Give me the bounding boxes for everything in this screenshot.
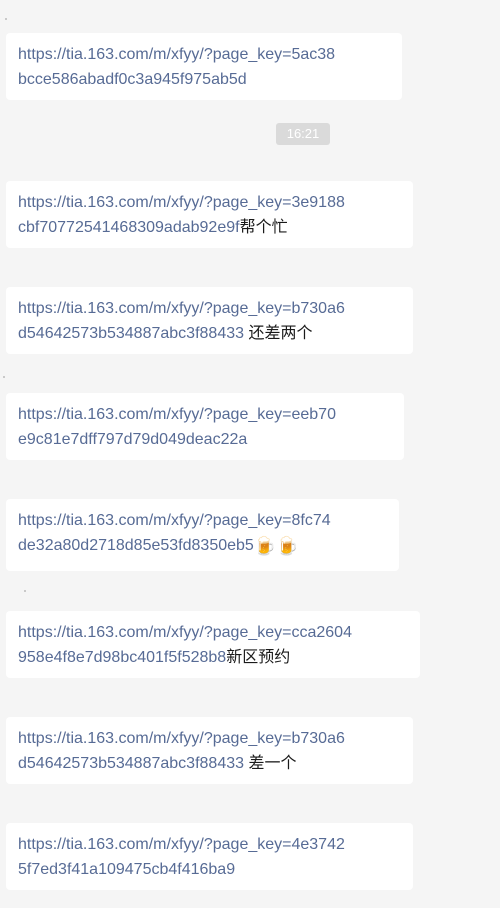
message-bubble-2[interactable]: https://tia.163.com/m/xfyy/?page_key=3e9… [6,181,413,248]
message-text: 帮个忙 [239,219,288,236]
message-bubble-1[interactable]: https://tia.163.com/m/xfyy/?page_key=5ac… [6,33,402,100]
beer-mug-icon: 🍺🍺 [253,536,299,556]
timestamp-badge: 16:21 [276,123,330,145]
message-link[interactable]: https://tia.163.com/m/xfyy/?page_key=4e3… [18,836,345,853]
message-bubble-4[interactable]: https://tia.163.com/m/xfyy/?page_key=eeb… [6,393,404,460]
message-link[interactable]: https://tia.163.com/m/xfyy/?page_key=5ac… [18,46,335,63]
message-link[interactable]: d54642573b534887abc3f88433 [18,755,244,772]
message-link[interactable]: e9c81e7dff797d79d049deac22a [18,431,247,448]
message-bubble-7[interactable]: https://tia.163.com/m/xfyy/?page_key=b73… [6,717,413,784]
message-link[interactable]: https://tia.163.com/m/xfyy/?page_key=b73… [18,300,345,317]
message-link[interactable]: 958e4f8e7d98bc401f5f528b8 [18,649,226,666]
message-link[interactable]: https://tia.163.com/m/xfyy/?page_key=eeb… [18,406,336,423]
message-text: 还差两个 [244,325,313,342]
decorative-dot [24,590,26,592]
message-bubble-8[interactable]: https://tia.163.com/m/xfyy/?page_key=4e3… [6,823,413,890]
chat-panel: https://tia.163.com/m/xfyy/?page_key=5ac… [0,0,500,908]
message-bubble-6[interactable]: https://tia.163.com/m/xfyy/?page_key=cca… [6,611,420,678]
message-bubble-3[interactable]: https://tia.163.com/m/xfyy/?page_key=b73… [6,287,413,354]
decorative-dot [3,376,5,378]
message-link[interactable]: cbf70772541468309adab92e9f [18,219,240,236]
message-text: 新区预约 [226,649,291,666]
message-link[interactable]: https://tia.163.com/m/xfyy/?page_key=b73… [18,730,345,747]
message-link[interactable]: https://tia.163.com/m/xfyy/?page_key=8fc… [18,512,331,529]
message-link[interactable]: https://tia.163.com/m/xfyy/?page_key=3e9… [18,194,345,211]
message-link[interactable]: 5f7ed3f41a109475cb4f416ba9 [18,861,235,878]
message-link[interactable]: d54642573b534887abc3f88433 [18,325,244,342]
decorative-dot [5,18,7,20]
message-link[interactable]: https://tia.163.com/m/xfyy/?page_key=cca… [18,624,352,641]
message-link[interactable]: de32a80d2718d85e53fd8350eb5 [18,537,254,554]
message-bubble-5[interactable]: https://tia.163.com/m/xfyy/?page_key=8fc… [6,499,399,571]
message-text: 差一个 [244,755,297,772]
message-link[interactable]: bcce586abadf0c3a945f975ab5d [18,71,247,88]
